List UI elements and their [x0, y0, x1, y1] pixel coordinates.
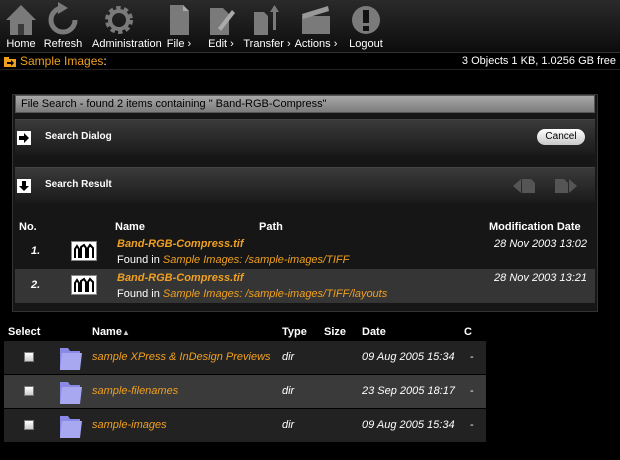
- file-type: dir: [282, 351, 295, 363]
- file-name-link[interactable]: sample XPress & InDesign Previews: [92, 351, 271, 363]
- column-size[interactable]: Size: [324, 326, 346, 338]
- file-menu[interactable]: File ›: [164, 0, 194, 52]
- refresh-label: Refresh: [43, 38, 83, 50]
- transfer-icon: [254, 5, 279, 35]
- result-found-in: Found in Sample Images: /sample-images/T…: [117, 288, 388, 300]
- file-icon: [170, 5, 189, 35]
- select-checkbox[interactable]: [24, 420, 34, 430]
- folder-icon[interactable]: [58, 344, 84, 372]
- folder-icon: [4, 57, 16, 67]
- administration-button[interactable]: Administration: [92, 0, 162, 52]
- gear-icon: [105, 6, 133, 34]
- result-number: 2.: [31, 279, 41, 291]
- file-date: 23 Sep 2005 18:17: [362, 385, 455, 397]
- logout-icon: [352, 6, 380, 34]
- column-name-sort[interactable]: Name▲: [92, 326, 130, 338]
- search-title: File Search - found 2 items containing "…: [15, 95, 595, 113]
- result-file-name[interactable]: Band-RGB-Compress.tif: [117, 272, 244, 284]
- file-c: -: [470, 419, 474, 431]
- column-name: Name: [115, 221, 145, 233]
- edit-icon: [210, 8, 235, 35]
- search-result-row[interactable]: 1. Band-RGB-Compress.tif Found in Sample…: [15, 235, 595, 269]
- file-type: dir: [282, 419, 295, 431]
- edit-label: Edit ›: [208, 38, 234, 50]
- search-result-label: Search Result: [45, 179, 112, 190]
- transfer-menu[interactable]: Transfer ›: [243, 0, 291, 52]
- refresh-button[interactable]: Refresh: [44, 0, 82, 52]
- file-c: -: [470, 351, 474, 363]
- file-date: 09 Aug 2005 15:34: [362, 419, 455, 431]
- search-dialog-section[interactable]: Search Dialog Cancel: [15, 119, 595, 155]
- actions-menu[interactable]: Actions ›: [295, 0, 337, 52]
- home-icon: [6, 5, 36, 35]
- image-thumbnail-icon[interactable]: [71, 241, 97, 261]
- file-name-link[interactable]: sample-filenames: [92, 385, 178, 397]
- edit-menu[interactable]: Edit ›: [206, 0, 236, 52]
- sort-ascending-icon: ▲: [121, 328, 130, 337]
- clapper-icon: [302, 6, 330, 34]
- column-type[interactable]: Type: [282, 326, 307, 338]
- search-panel: File Search - found 2 items containing "…: [12, 94, 598, 312]
- file-c: -: [470, 385, 474, 397]
- previous-page-icon[interactable]: [513, 179, 535, 193]
- column-path: Path: [259, 221, 283, 233]
- next-page-icon[interactable]: [555, 179, 577, 193]
- search-result-row[interactable]: 2. Band-RGB-Compress.tif Found in Sample…: [15, 269, 595, 303]
- location-bar: Sample Images: 3 Objects 1 KB, 1.0256 GB…: [0, 52, 620, 70]
- column-select: Select: [8, 326, 41, 338]
- refresh-icon: [48, 2, 78, 35]
- folder-icon[interactable]: [58, 412, 84, 440]
- search-dialog-label: Search Dialog: [45, 131, 112, 142]
- column-date[interactable]: Date: [362, 326, 386, 338]
- result-found-in: Found in Sample Images: /sample-images/T…: [117, 254, 350, 266]
- file-name-link[interactable]: sample-images: [92, 419, 167, 431]
- column-modification-date: Modification Date: [489, 221, 581, 233]
- result-nav: [511, 176, 587, 199]
- result-file-name[interactable]: Band-RGB-Compress.tif: [117, 238, 244, 250]
- cancel-button[interactable]: Cancel: [537, 129, 585, 145]
- location-info: 3 Objects 1 KB, 1.0256 GB free: [461, 55, 616, 67]
- select-checkbox[interactable]: [24, 386, 34, 396]
- logout-button[interactable]: Logout: [349, 0, 383, 52]
- result-path-link[interactable]: Sample Images: /sample-images/TIFF: [163, 254, 349, 266]
- select-checkbox[interactable]: [24, 352, 34, 362]
- result-date: 28 Nov 2003 13:21: [494, 272, 587, 284]
- column-c[interactable]: C: [464, 326, 472, 338]
- location-title[interactable]: Sample Images:: [20, 54, 107, 68]
- file-date: 09 Aug 2005 15:34: [362, 351, 455, 363]
- image-thumbnail-icon[interactable]: [71, 275, 97, 295]
- logout-label: Logout: [349, 38, 383, 50]
- home-button[interactable]: Home: [4, 0, 38, 52]
- file-type: dir: [282, 385, 295, 397]
- column-no: No.: [19, 221, 37, 233]
- administration-label: Administration: [92, 38, 162, 50]
- transfer-label: Transfer ›: [243, 38, 291, 50]
- result-date: 28 Nov 2003 13:02: [494, 238, 587, 250]
- collapse-arrow-icon[interactable]: [17, 179, 31, 193]
- search-result-section[interactable]: Search Result: [15, 167, 595, 203]
- toolbar: Home Refresh Administration File › Edit …: [0, 0, 620, 52]
- actions-label: Actions ›: [294, 38, 338, 50]
- result-path-link[interactable]: Sample Images: /sample-images/TIFF/layou…: [163, 288, 387, 300]
- expand-arrow-icon[interactable]: [17, 131, 31, 145]
- file-row[interactable]: sample XPress & InDesign Previews dir 09…: [4, 341, 486, 375]
- folder-icon[interactable]: [58, 378, 84, 406]
- file-row[interactable]: sample-images dir 09 Aug 2005 15:34 -: [4, 409, 486, 443]
- file-row[interactable]: sample-filenames dir 23 Sep 2005 18:17 -: [4, 375, 486, 409]
- result-number: 1.: [31, 245, 41, 257]
